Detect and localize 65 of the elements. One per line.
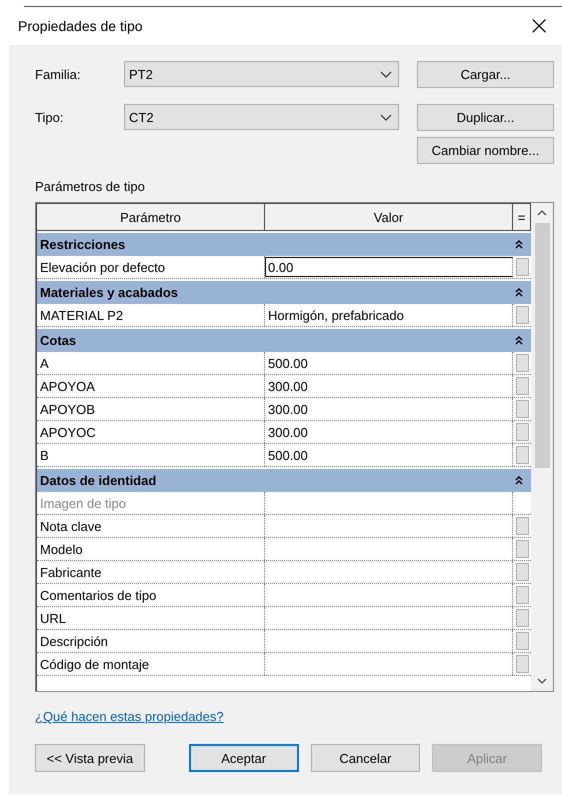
- dialog-button[interactable]: << Vista previa: [35, 744, 145, 772]
- field-label: Tipo:: [35, 110, 64, 124]
- associate-button[interactable]: [516, 377, 528, 395]
- column-header: Parámetro: [37, 204, 265, 230]
- parameter-value: 500.00: [268, 356, 308, 370]
- dropdown[interactable]: PT2: [124, 61, 399, 87]
- parameter-name: B: [37, 444, 265, 466]
- parameter-name: Código de montaje: [37, 653, 265, 675]
- parameter-value: 300.00: [268, 378, 308, 394]
- associate-button[interactable]: [516, 258, 528, 276]
- associate-button[interactable]: [516, 446, 528, 464]
- collapse-icon[interactable]: [515, 288, 523, 297]
- close-button[interactable]: ×: [526, 13, 552, 39]
- associate-button[interactable]: [516, 563, 528, 581]
- parameter-name: MATERIAL P2: [37, 304, 265, 326]
- parameter-value: 500.00: [268, 448, 308, 462]
- parameter-value: Hormigón, prefabricado: [268, 308, 404, 322]
- value-input[interactable]: 0.00: [265, 257, 513, 277]
- group-header[interactable]: Datos de identidad: [37, 469, 531, 492]
- parameter-name: Modelo: [37, 538, 265, 560]
- parameter-name: A: [37, 352, 265, 374]
- help-link[interactable]: ¿Qué hacen estas propiedades?: [35, 709, 224, 724]
- collapse-icon[interactable]: [515, 240, 523, 249]
- action-button[interactable]: Duplicar...: [417, 104, 554, 130]
- scroll-down-icon[interactable]: [537, 678, 547, 684]
- field-label: Familia:: [35, 66, 82, 82]
- associate-button[interactable]: [516, 306, 528, 324]
- parameter-name: APOYOB: [37, 398, 265, 420]
- associate-button[interactable]: [516, 609, 528, 627]
- associate-button[interactable]: [516, 586, 528, 604]
- dropdown[interactable]: CT2: [124, 104, 399, 130]
- parameter-name: Nota clave: [37, 515, 265, 537]
- group-header[interactable]: Materiales y acabados: [37, 281, 531, 304]
- parameter-name: Comentarios de tipo: [37, 584, 265, 606]
- collapse-icon[interactable]: [515, 336, 523, 345]
- scroll-up-icon[interactable]: [537, 210, 547, 216]
- scrollbar-thumb[interactable]: [534, 223, 550, 468]
- parameter-name: Imagen de tipo: [37, 492, 265, 514]
- dialog-button[interactable]: Aceptar: [188, 744, 299, 772]
- section-label: Parámetros de tipo: [35, 179, 146, 194]
- associate-button[interactable]: [516, 540, 528, 558]
- parameter-name: Fabricante: [37, 561, 265, 583]
- parameter-name: Elevación por defecto: [37, 256, 265, 278]
- parameter-value: 300.00: [268, 424, 308, 440]
- group-header[interactable]: Cotas: [37, 329, 531, 352]
- parameter-name: URL: [37, 607, 265, 629]
- dialog-button[interactable]: Cancelar: [310, 744, 420, 772]
- associate-button[interactable]: [516, 632, 528, 650]
- column-header: Valor: [265, 204, 513, 230]
- parameter-name: APOYOA: [37, 375, 265, 397]
- rename-button[interactable]: Cambiar nombre...: [417, 137, 554, 164]
- associate-button[interactable]: [516, 517, 528, 535]
- group-header[interactable]: Restricciones: [37, 233, 531, 256]
- associate-button[interactable]: [516, 423, 528, 441]
- chevron-down-icon: [380, 70, 392, 78]
- action-button[interactable]: Cargar...: [417, 60, 554, 88]
- associate-button[interactable]: [516, 400, 528, 418]
- window-title: Propiedades de tipo: [18, 18, 143, 34]
- parameter-value: 300.00: [268, 402, 308, 416]
- parameter-name: Descripción: [37, 630, 265, 652]
- parameter-name: APOYOC: [37, 421, 265, 443]
- associate-button[interactable]: [516, 354, 528, 372]
- collapse-icon[interactable]: [515, 476, 523, 485]
- associate-button[interactable]: [516, 655, 528, 673]
- chevron-down-icon: [380, 114, 392, 120]
